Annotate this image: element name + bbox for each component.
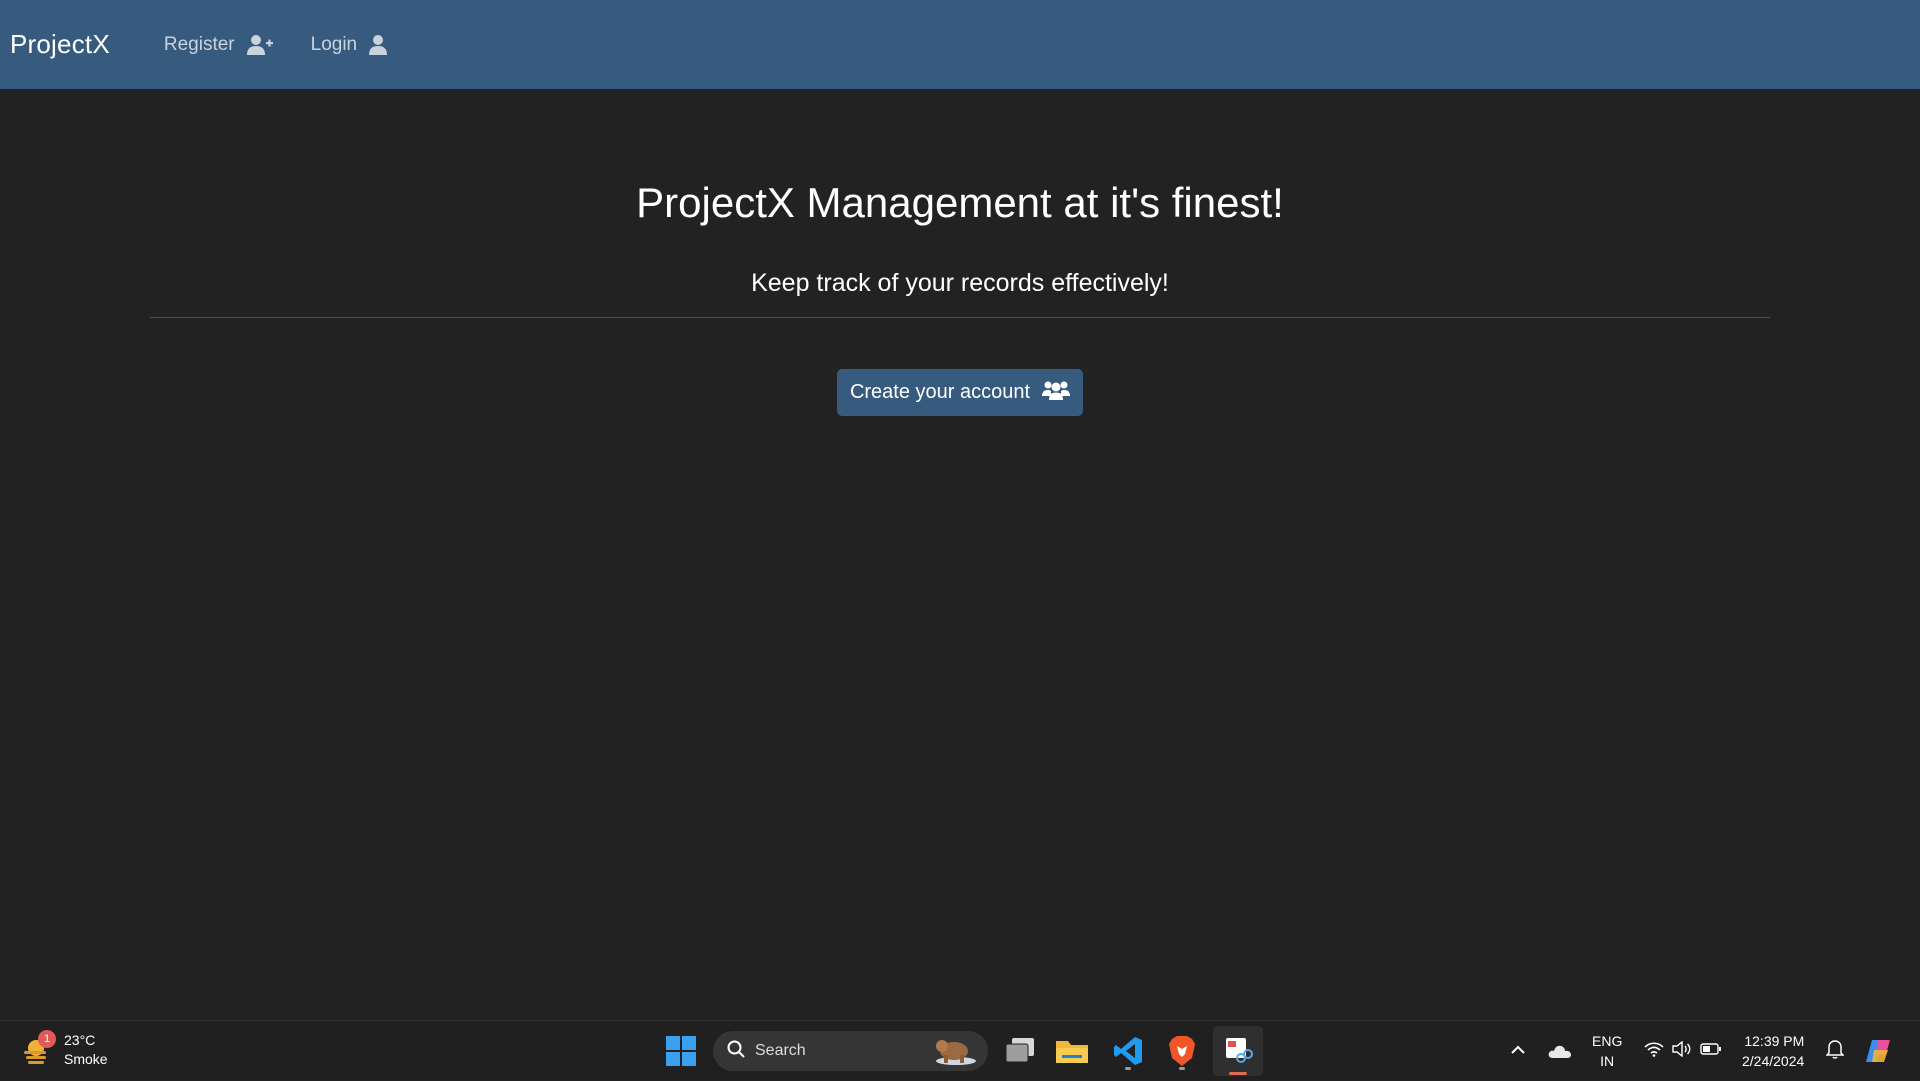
hero-section: ProjectX Management at it's finest! Keep… bbox=[0, 89, 1920, 1020]
file-explorer-icon[interactable] bbox=[1052, 1031, 1092, 1071]
weather-widget[interactable]: 1 23°C Smoke bbox=[22, 1030, 108, 1069]
search-highlight-image bbox=[932, 1035, 978, 1067]
nav-login-link[interactable]: Login bbox=[311, 34, 388, 56]
nav-login-label: Login bbox=[310, 33, 358, 55]
nav-register-label: Register bbox=[163, 33, 235, 55]
copilot-icon[interactable] bbox=[1864, 1021, 1894, 1081]
clock-time: 12:39 PM bbox=[1744, 1033, 1805, 1049]
weather-condition: Smoke bbox=[64, 1051, 108, 1067]
wifi-icon bbox=[1644, 1041, 1664, 1062]
users-icon bbox=[1042, 379, 1071, 407]
brave-running-indicator bbox=[1179, 1067, 1185, 1070]
chevron-up-icon bbox=[1510, 1042, 1526, 1060]
user-plus-icon bbox=[246, 34, 273, 56]
quick-settings-button[interactable] bbox=[1644, 1021, 1722, 1081]
task-view-icon[interactable] bbox=[1000, 1031, 1040, 1071]
vscode-running-indicator bbox=[1125, 1067, 1131, 1070]
weather-temp: 23°C bbox=[64, 1032, 96, 1048]
taskbar-search[interactable]: Search bbox=[713, 1031, 988, 1071]
language-indicator[interactable]: ENG IN bbox=[1592, 1021, 1622, 1081]
snipping-tool-icon[interactable] bbox=[1213, 1026, 1263, 1076]
notifications-button[interactable] bbox=[1825, 1021, 1845, 1081]
clock-date: 2/24/2024 bbox=[1742, 1053, 1805, 1069]
bell-icon bbox=[1825, 1039, 1845, 1064]
weather-badge: 1 bbox=[38, 1030, 56, 1048]
tray-overflow-button[interactable] bbox=[1510, 1021, 1526, 1081]
top-navbar: ProjectX Register Login bbox=[0, 0, 1920, 89]
weather-smoke-icon: 1 bbox=[22, 1030, 56, 1066]
brand-link[interactable]: ProjectX bbox=[10, 29, 110, 60]
nav-register-link[interactable]: Register bbox=[164, 34, 273, 56]
clock[interactable]: 12:39 PM 2/24/2024 bbox=[1742, 1021, 1804, 1081]
divider bbox=[150, 317, 1770, 318]
language-line1: ENG bbox=[1592, 1033, 1623, 1049]
onedrive-icon[interactable] bbox=[1548, 1021, 1572, 1081]
vscode-icon[interactable] bbox=[1108, 1031, 1148, 1071]
start-icon[interactable] bbox=[666, 1036, 696, 1066]
taskbar: 1 23°C Smoke Search ENG IN 12:39 PM 2/24… bbox=[0, 1020, 1920, 1080]
brave-icon[interactable] bbox=[1162, 1031, 1202, 1071]
create-account-button[interactable]: Create your account bbox=[837, 369, 1083, 416]
volume-icon bbox=[1672, 1040, 1692, 1062]
create-account-label: Create your account bbox=[849, 381, 1031, 403]
search-icon bbox=[727, 1040, 745, 1063]
page-subtitle: Keep track of your records effectively! bbox=[751, 269, 1169, 297]
page-title: ProjectX Management at it's finest! bbox=[636, 179, 1284, 226]
search-label: Search bbox=[755, 1042, 806, 1059]
snipping-tool-active-indicator bbox=[1229, 1072, 1247, 1075]
battery-icon bbox=[1700, 1042, 1722, 1061]
language-line2: IN bbox=[1600, 1053, 1615, 1069]
user-icon bbox=[369, 34, 388, 56]
